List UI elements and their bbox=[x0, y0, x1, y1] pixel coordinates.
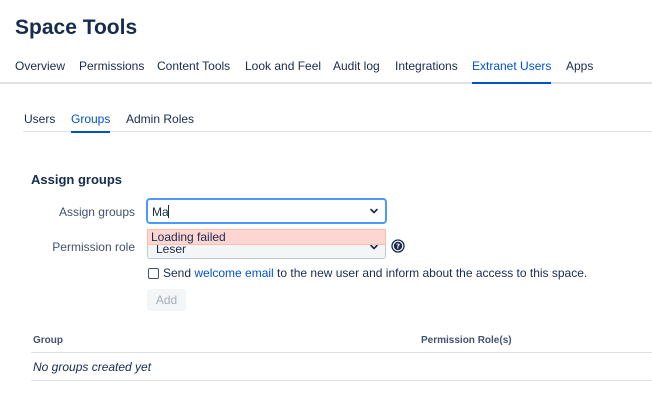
permission-role-label: Permission role bbox=[52, 240, 135, 254]
tab-audit-log[interactable]: Audit log bbox=[333, 59, 380, 73]
tab-look-and-feel[interactable]: Look and Feel bbox=[245, 59, 321, 73]
svg-text:?: ? bbox=[396, 243, 400, 251]
column-header-group: Group bbox=[33, 335, 63, 346]
assign-groups-select[interactable]: Ma bbox=[147, 199, 386, 223]
welcome-email-link[interactable]: welcome email bbox=[194, 266, 273, 280]
subtab-admin-roles[interactable]: Admin Roles bbox=[126, 112, 194, 126]
subtab-users[interactable]: Users bbox=[24, 112, 55, 126]
extranet-subtabs: Users Groups Admin Roles bbox=[23, 105, 652, 133]
loading-failed-message: Loading failed bbox=[151, 230, 226, 244]
table-header-divider bbox=[31, 352, 652, 353]
tab-extranet-users[interactable]: Extranet Users bbox=[472, 59, 552, 84]
welcome-email-checkbox[interactable] bbox=[148, 268, 159, 279]
tab-integrations[interactable]: Integrations bbox=[395, 59, 458, 73]
text-cursor bbox=[168, 205, 169, 218]
empty-table-message: No groups created yet bbox=[33, 360, 152, 374]
page-title: Space Tools bbox=[15, 16, 138, 39]
table-bottom-divider bbox=[31, 380, 652, 381]
add-button[interactable]: Add bbox=[147, 289, 186, 311]
send-prefix: Send bbox=[163, 266, 195, 280]
help-icon[interactable]: ? bbox=[391, 239, 405, 253]
send-welcome-text: Send welcome email to the new user and i… bbox=[163, 266, 587, 280]
space-tools-tabs: Overview Permissions Content Tools Look … bbox=[0, 52, 652, 84]
assign-groups-value: Ma bbox=[152, 205, 169, 219]
send-suffix: to the new user and inform about the acc… bbox=[273, 266, 588, 280]
section-title: Assign groups bbox=[31, 172, 123, 187]
tab-permissions[interactable]: Permissions bbox=[79, 59, 144, 73]
tab-overview[interactable]: Overview bbox=[15, 59, 65, 73]
tab-content-tools[interactable]: Content Tools bbox=[157, 59, 230, 73]
chevron-down-icon bbox=[370, 208, 378, 214]
tab-apps[interactable]: Apps bbox=[566, 59, 593, 73]
assign-groups-label: Assign groups bbox=[58, 205, 135, 219]
column-header-permission-roles: Permission Role(s) bbox=[421, 335, 512, 346]
subtab-groups[interactable]: Groups bbox=[71, 112, 111, 133]
assign-groups-dropdown: Loading failed bbox=[147, 229, 386, 245]
